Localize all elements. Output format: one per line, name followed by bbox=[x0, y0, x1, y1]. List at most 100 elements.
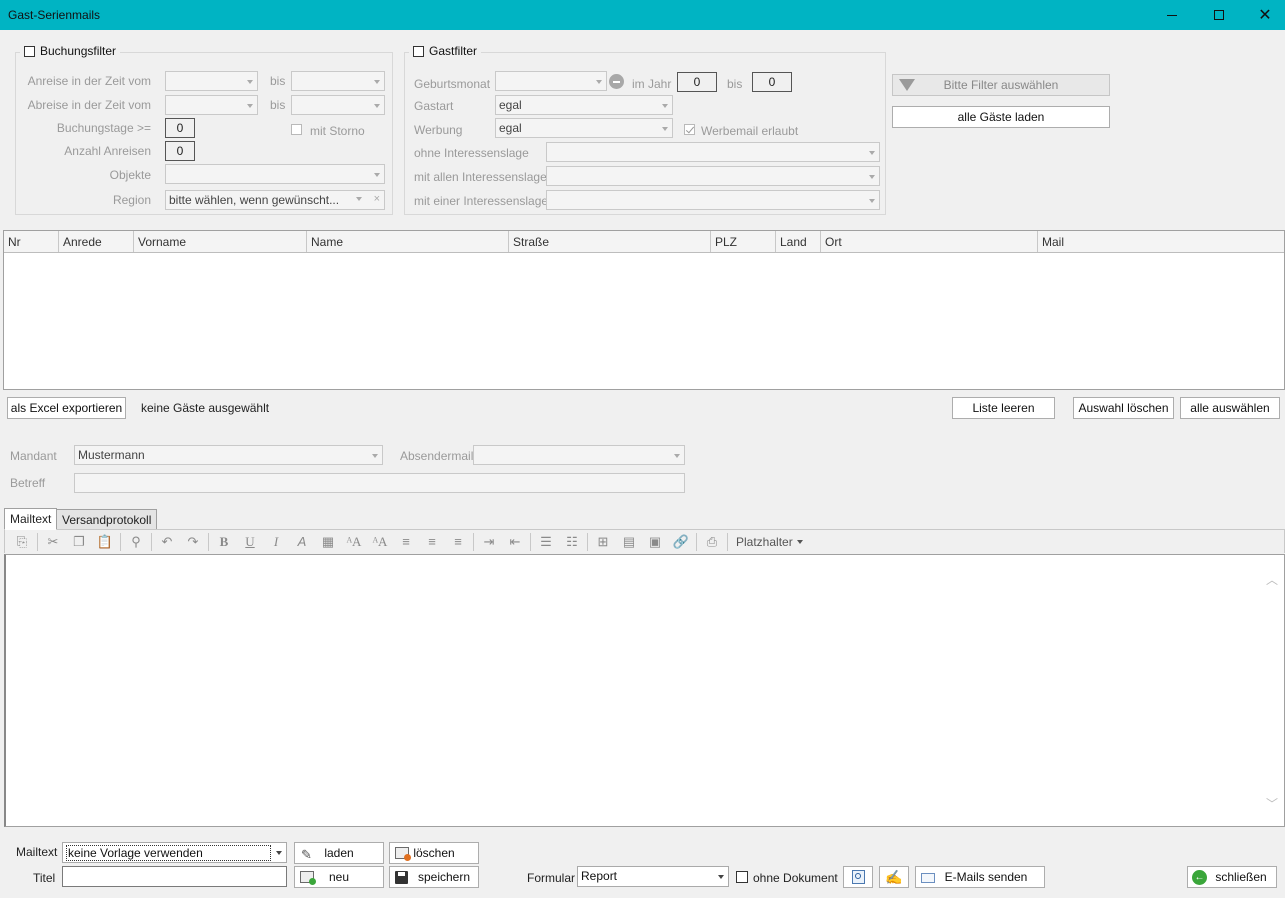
objekte-label: Objekte bbox=[109, 168, 151, 182]
guest-grid[interactable]: Nr Anrede Vorname Name Straße PLZ Land O… bbox=[3, 230, 1285, 390]
abreise-from-combo[interactable] bbox=[165, 95, 258, 115]
table-icon[interactable]: ▤ bbox=[616, 532, 642, 552]
link-icon[interactable]: 🔗 bbox=[668, 532, 694, 552]
alle-auswaehlen-button[interactable]: alle auswählen bbox=[1180, 397, 1280, 419]
maximize-icon[interactable] bbox=[1196, 0, 1242, 30]
paste-icon[interactable]: 📋 bbox=[92, 532, 118, 552]
col-land[interactable]: Land bbox=[776, 231, 821, 252]
filter-button[interactable]: Bitte Filter auswählen bbox=[892, 74, 1110, 96]
align-left-icon[interactable]: ≡ bbox=[393, 532, 419, 552]
alle-gaeste-button[interactable]: alle Gäste laden bbox=[892, 106, 1110, 128]
print-icon[interactable]: ⎙ bbox=[699, 532, 725, 552]
gastfilter-legend[interactable]: Gastfilter bbox=[409, 44, 482, 58]
speichern-button[interactable]: speichern bbox=[389, 866, 479, 888]
minimize-icon[interactable] bbox=[1149, 0, 1195, 30]
storno-checkbox[interactable] bbox=[291, 124, 302, 135]
formular-combo[interactable]: Report bbox=[577, 866, 729, 887]
col-mail[interactable]: Mail bbox=[1038, 231, 1284, 252]
col-vorname[interactable]: Vorname bbox=[134, 231, 307, 252]
background-color-icon[interactable]: ▦ bbox=[315, 532, 341, 552]
col-anrede[interactable]: Anrede bbox=[59, 231, 134, 252]
mandant-value: Mustermann bbox=[78, 448, 145, 462]
copy-icon[interactable]: ❐ bbox=[66, 532, 92, 552]
einer-interesse-label: mit einer Interessenslage bbox=[414, 194, 549, 208]
insert-icon[interactable]: ⊞ bbox=[590, 532, 616, 552]
italic-icon[interactable]: I bbox=[263, 532, 289, 552]
col-name[interactable]: Name bbox=[307, 231, 509, 252]
emails-senden-button[interactable]: E-Mails senden bbox=[915, 866, 1045, 888]
buchungsfilter-legend[interactable]: Buchungsfilter bbox=[20, 44, 121, 58]
gastfilter-checkbox[interactable] bbox=[413, 45, 424, 57]
einer-interesse-combo[interactable] bbox=[546, 190, 880, 210]
region-clear-icon[interactable]: × bbox=[374, 193, 380, 205]
werbemail-checkbox[interactable] bbox=[684, 124, 695, 135]
absender-combo[interactable] bbox=[473, 445, 685, 465]
ohne-dokument-checkbox[interactable] bbox=[736, 871, 748, 883]
find-icon[interactable]: ⚲ bbox=[123, 532, 149, 552]
preview-button[interactable] bbox=[843, 866, 873, 888]
edit-report-icon: ✍ bbox=[885, 868, 903, 885]
undo-icon[interactable]: ↶ bbox=[154, 532, 180, 552]
abreise-to-combo[interactable] bbox=[291, 95, 385, 115]
liste-leeren-button[interactable]: Liste leeren bbox=[952, 397, 1055, 419]
image-icon[interactable]: ▣ bbox=[642, 532, 668, 552]
auswahl-loeschen-button[interactable]: Auswahl löschen bbox=[1073, 397, 1174, 419]
anreise-from-combo[interactable] bbox=[165, 71, 258, 91]
betreff-input[interactable] bbox=[74, 473, 685, 493]
export-excel-button[interactable]: als Excel exportieren bbox=[7, 397, 126, 419]
ohne-interesse-combo[interactable] bbox=[546, 142, 880, 162]
numbered-list-icon[interactable]: ☰ bbox=[533, 532, 559, 552]
anreise-to-combo[interactable] bbox=[291, 71, 385, 91]
jahr-from-input[interactable]: 0 bbox=[677, 72, 717, 92]
font-color-icon[interactable]: A bbox=[289, 532, 315, 552]
region-combo[interactable]: bitte wählen, wenn gewünscht... × bbox=[165, 190, 385, 210]
align-right-icon[interactable]: ≡ bbox=[445, 532, 471, 552]
region-dropdown-icon[interactable] bbox=[356, 197, 362, 201]
close-icon[interactable]: ✕ bbox=[1242, 0, 1285, 30]
schliessen-button[interactable]: ← schließen bbox=[1187, 866, 1277, 888]
loeschen-button[interactable]: löschen bbox=[389, 842, 479, 864]
werbung-combo[interactable]: egal bbox=[495, 118, 673, 138]
tab-versandprotokoll[interactable]: Versandprotokoll bbox=[56, 509, 158, 530]
col-ort[interactable]: Ort bbox=[821, 231, 1038, 252]
buchungsfilter-checkbox[interactable] bbox=[24, 45, 35, 57]
col-plz[interactable]: PLZ bbox=[711, 231, 776, 252]
grow-font-icon[interactable]: ᴬA bbox=[341, 532, 367, 552]
mailtext-template-combo[interactable]: keine Vorlage verwenden bbox=[62, 842, 287, 863]
neu-button[interactable]: neu bbox=[294, 866, 384, 888]
bullet-list-icon[interactable]: ☷ bbox=[559, 532, 585, 552]
geburtsmonat-combo[interactable] bbox=[495, 71, 607, 91]
clear-month-icon[interactable] bbox=[609, 74, 624, 89]
platzhalter-dropdown[interactable]: Platzhalter bbox=[730, 535, 809, 549]
toolbar-separator bbox=[473, 532, 474, 551]
titel-input[interactable] bbox=[62, 866, 287, 887]
paste-special-icon[interactable]: ⎘ bbox=[9, 532, 35, 552]
buchungstage-input[interactable]: 0 bbox=[165, 118, 195, 138]
col-nr[interactable]: Nr bbox=[4, 231, 59, 252]
allen-interesse-combo[interactable] bbox=[546, 166, 880, 186]
jahr-to-input[interactable]: 0 bbox=[752, 72, 792, 92]
scroll-down-icon[interactable]: ﹀ bbox=[1266, 795, 1278, 812]
objekte-combo[interactable] bbox=[165, 164, 385, 184]
mandant-combo[interactable]: Mustermann bbox=[74, 445, 383, 465]
underline-icon[interactable]: U bbox=[237, 532, 263, 552]
align-center-icon[interactable]: ≡ bbox=[419, 532, 445, 552]
redo-icon[interactable]: ↷ bbox=[180, 532, 206, 552]
mailtext-label: Mailtext bbox=[16, 845, 58, 859]
edit-report-button[interactable]: ✍ bbox=[879, 866, 909, 888]
cut-icon[interactable]: ✂ bbox=[40, 532, 66, 552]
outdent-icon[interactable]: ⇤ bbox=[502, 532, 528, 552]
shrink-font-icon[interactable]: ᴬA bbox=[367, 532, 393, 552]
mailtext-template-value: keine Vorlage verwenden bbox=[66, 845, 271, 861]
mail-editor[interactable]: ︿ ﹀ bbox=[4, 554, 1285, 827]
tab-mailtext[interactable]: Mailtext bbox=[4, 508, 58, 530]
laden-button[interactable]: ✎ laden bbox=[294, 842, 384, 864]
werbemail-label: Werbemail erlaubt bbox=[701, 124, 799, 138]
indent-icon[interactable]: ⇥ bbox=[476, 532, 502, 552]
gastart-combo[interactable]: egal bbox=[495, 95, 673, 115]
anzahl-input[interactable]: 0 bbox=[165, 141, 195, 161]
bold-icon[interactable]: B bbox=[211, 532, 237, 552]
col-strasse[interactable]: Straße bbox=[509, 231, 711, 252]
region-label: Region bbox=[112, 193, 151, 207]
scroll-up-icon[interactable]: ︿ bbox=[1266, 571, 1278, 588]
